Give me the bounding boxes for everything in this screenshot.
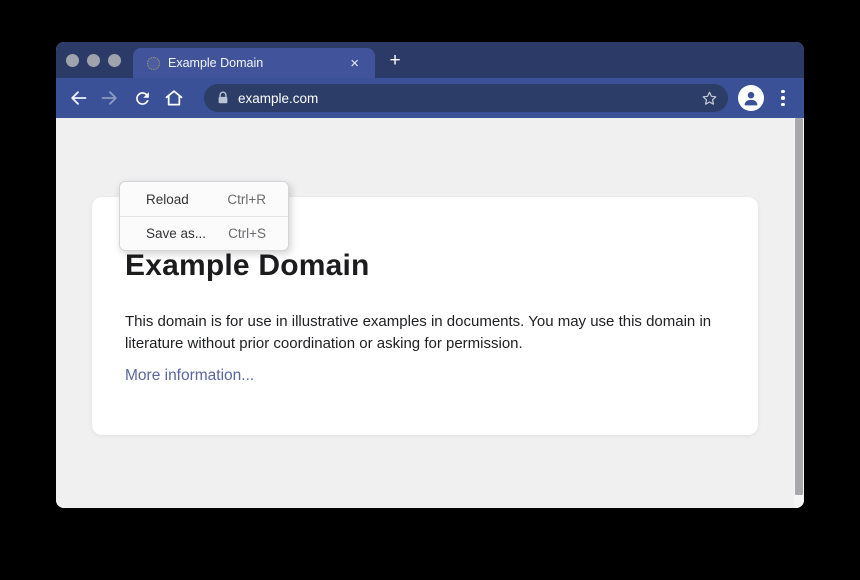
browser-tab[interactable]: Example Domain × (133, 48, 375, 78)
window-controls (66, 42, 121, 78)
window-minimize-button[interactable] (87, 54, 100, 67)
window-close-button[interactable] (66, 54, 79, 67)
profile-avatar[interactable] (738, 85, 764, 111)
new-tab-button[interactable]: + (381, 48, 409, 74)
forward-icon[interactable] (98, 86, 122, 110)
url-text[interactable]: example.com (238, 91, 698, 106)
menu-item-save-as[interactable]: Save as... Ctrl+S (120, 216, 288, 250)
lock-icon (216, 91, 230, 105)
menu-item-reload[interactable]: Reload Ctrl+R (120, 182, 288, 216)
page-paragraph: This domain is for use in illustrative e… (125, 311, 729, 354)
titlebar: Example Domain × + (56, 42, 804, 78)
reload-icon[interactable] (130, 86, 154, 110)
menu-item-label: Save as... (146, 226, 206, 241)
toolbar: example.com (56, 78, 804, 118)
context-menu: Reload Ctrl+R Save as... Ctrl+S (119, 181, 289, 251)
window-zoom-button[interactable] (108, 54, 121, 67)
tab-favicon-icon (147, 57, 160, 70)
browser-window: Example Domain × + example.com (56, 42, 804, 508)
address-bar[interactable]: example.com (204, 84, 728, 112)
browser-menu-icon[interactable] (774, 86, 792, 110)
tab-close-icon[interactable]: × (346, 54, 363, 73)
menu-item-label: Reload (146, 192, 189, 207)
tab-title: Example Domain (168, 56, 346, 70)
menu-item-shortcut: Ctrl+R (227, 192, 266, 207)
page-content: Example Domain This domain is for use in… (56, 118, 804, 508)
back-icon[interactable] (66, 86, 90, 110)
scrollbar-thumb[interactable] (795, 118, 803, 495)
home-icon[interactable] (162, 86, 186, 110)
menu-item-shortcut: Ctrl+S (228, 226, 266, 241)
scrollbar-track[interactable] (794, 118, 804, 508)
more-information-link[interactable]: More information... (125, 367, 254, 385)
page-heading: Example Domain (125, 249, 370, 283)
bookmark-star-icon[interactable] (698, 87, 720, 109)
